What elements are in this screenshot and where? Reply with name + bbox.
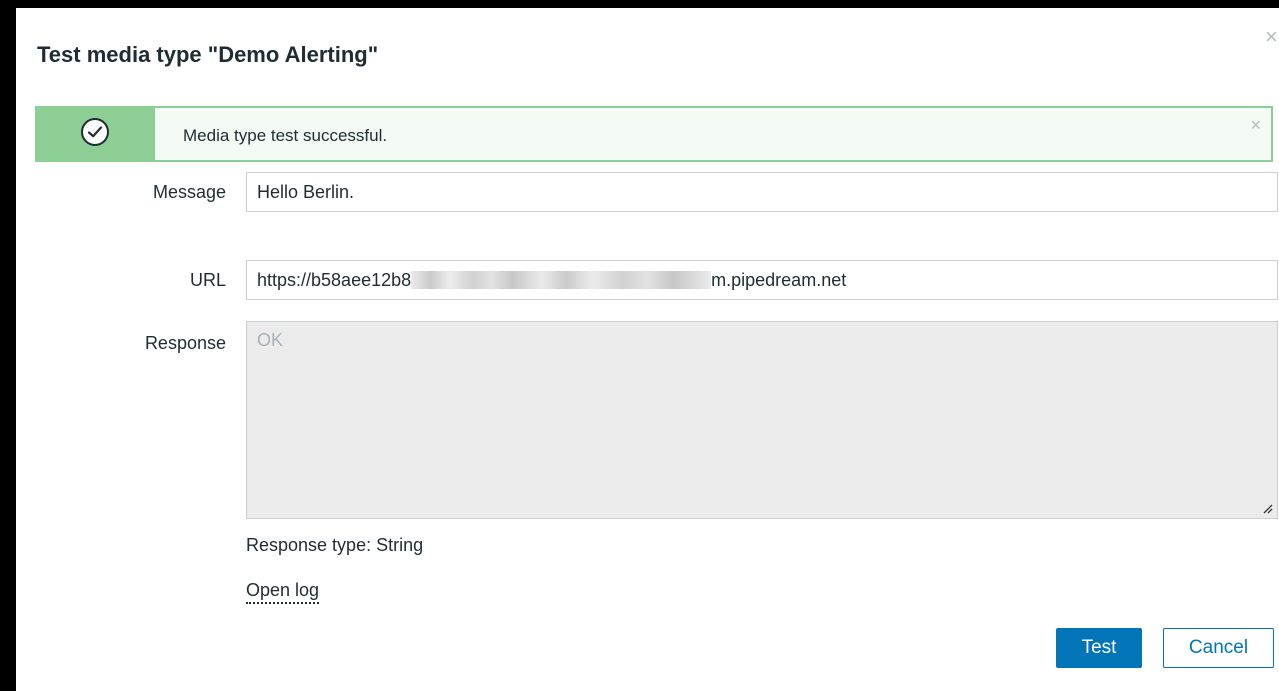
response-label: Response — [144, 333, 226, 353]
check-circle-icon — [81, 118, 109, 146]
response-type-text: Response type: String — [246, 535, 424, 555]
redacted-blur — [411, 271, 542, 289]
success-message-box: Media type test successful. × — [35, 106, 1273, 162]
dialog-title: Test media type "Demo Alerting" — [37, 42, 379, 67]
url-input[interactable]: https://b58aee12b8 m.pipedream.net — [246, 260, 1278, 300]
message-input[interactable]: Hello Berlin. — [246, 172, 1278, 212]
redacted-blur — [541, 271, 712, 289]
open-log-link[interactable]: Open log — [246, 580, 320, 604]
message-label: Message — [152, 182, 226, 202]
close-icon[interactable]: × — [1265, 26, 1278, 48]
response-textarea[interactable]: OK — [246, 321, 1278, 519]
url-value-suffix: m.pipedream.net — [711, 270, 847, 290]
dismiss-message-icon[interactable]: × — [1250, 116, 1261, 134]
success-message-text: Media type test successful. — [183, 126, 388, 145]
response-value: OK — [257, 330, 284, 350]
message-value: Hello Berlin. — [257, 182, 355, 202]
success-icon-area — [37, 108, 155, 160]
resize-grip-icon[interactable] — [1261, 502, 1273, 514]
cancel-button[interactable]: Cancel — [1163, 628, 1274, 668]
test-button[interactable]: Test — [1056, 628, 1142, 668]
url-value-prefix: https://b58aee12b8 — [257, 270, 412, 290]
test-media-type-dialog: Test media type "Demo Alerting" × Media … — [16, 8, 1279, 691]
url-label: URL — [189, 270, 226, 290]
